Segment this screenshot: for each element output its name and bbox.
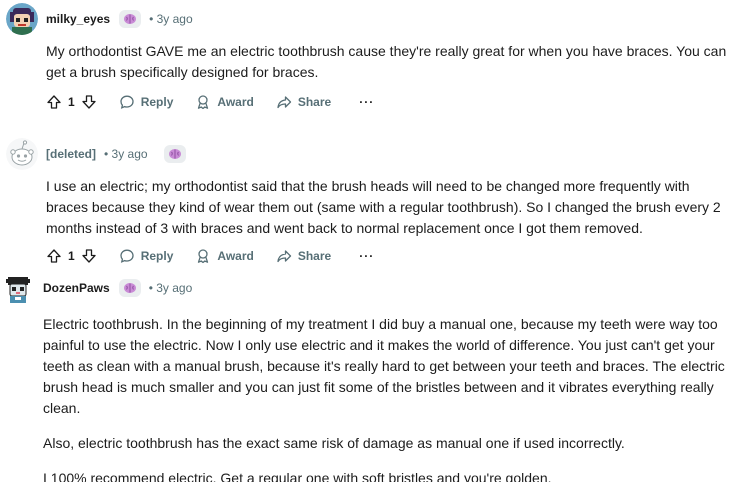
downvote-arrow-icon (82, 249, 96, 263)
upvote-button[interactable] (46, 94, 62, 110)
comment-body: I use an electric; my orthodontist said … (46, 176, 730, 253)
award-label: Award (217, 95, 254, 109)
upvote-button[interactable] (46, 248, 62, 264)
upvote-arrow-icon (47, 95, 61, 109)
comment-paragraph: I 100% recommend electric. Get a regular… (43, 470, 552, 482)
reply-label: Reply (140, 249, 174, 263)
speech-bubble-icon (120, 95, 134, 109)
downvote-arrow-icon (82, 95, 96, 109)
upvote-arrow-icon (47, 249, 61, 263)
downvote-button[interactable] (81, 94, 97, 110)
downvote-button[interactable] (81, 248, 97, 264)
comment: [deleted] • 3y ago I use an electric; my… (0, 134, 731, 270)
comment-meta: DozenPaws • 3y ago (43, 276, 192, 300)
comment: milky_eyes • 3y ago My orthodontist GAVE… (0, 0, 731, 120)
more-options-button[interactable]: ··· (359, 249, 374, 263)
avatar[interactable] (6, 3, 38, 35)
author-name[interactable]: DozenPaws (43, 281, 110, 295)
share-button[interactable]: Share (276, 248, 331, 264)
vote-count: 1 (68, 249, 75, 263)
timestamp: • 3y ago (104, 147, 148, 161)
share-label: Share (297, 95, 332, 109)
comment-paragraph: Also, electric toothbrush has the exact … (43, 435, 625, 451)
reply-button[interactable]: Reply (119, 94, 174, 110)
comment-thread: milky_eyes • 3y ago My orthodontist GAVE… (0, 0, 731, 482)
comment-actions: 1 Reply Award Share ··· (46, 244, 374, 268)
author-name[interactable]: milky_eyes (46, 12, 110, 26)
comment-body: Electric toothbrush. In the beginning of… (43, 314, 726, 482)
avatar[interactable] (2, 273, 34, 305)
share-button[interactable]: Share (276, 94, 331, 110)
comment-paragraph: Electric toothbrush. In the beginning of… (43, 316, 725, 416)
share-label: Share (297, 249, 332, 263)
share-arrow-icon (277, 96, 291, 109)
award-ribbon-icon (198, 95, 209, 110)
timestamp: • 3y ago (148, 281, 193, 295)
comment: DozenPaws • 3y ago Electric toothbrush. … (0, 270, 731, 482)
avatar[interactable] (6, 138, 38, 170)
vote-count: 1 (68, 95, 75, 109)
reply-label: Reply (140, 95, 174, 109)
award-label: Award (217, 249, 254, 263)
reply-button[interactable]: Reply (119, 248, 174, 264)
comment-meta: [deleted] • 3y ago (46, 142, 186, 166)
more-options-button[interactable]: ··· (359, 95, 374, 109)
author-name: [deleted] (46, 147, 97, 161)
brain-flair-icon (163, 145, 186, 163)
comment-paragraph: I use an electric; my orthodontist said … (46, 178, 721, 236)
comment-paragraph: My orthodontist GAVE me an electric toot… (46, 43, 727, 80)
comment-body: My orthodontist GAVE me an electric toot… (46, 41, 728, 97)
share-arrow-icon (277, 250, 291, 263)
award-button[interactable]: Award (195, 94, 254, 110)
speech-bubble-icon (120, 249, 134, 263)
award-ribbon-icon (198, 249, 209, 264)
timestamp: • 3y ago (149, 12, 193, 26)
award-button[interactable]: Award (195, 248, 254, 264)
comment-actions: 1 Reply Award Share ··· (46, 90, 374, 114)
brain-flair-icon (118, 279, 141, 297)
brain-flair-icon (119, 10, 142, 28)
comment-meta: milky_eyes • 3y ago (46, 7, 193, 31)
